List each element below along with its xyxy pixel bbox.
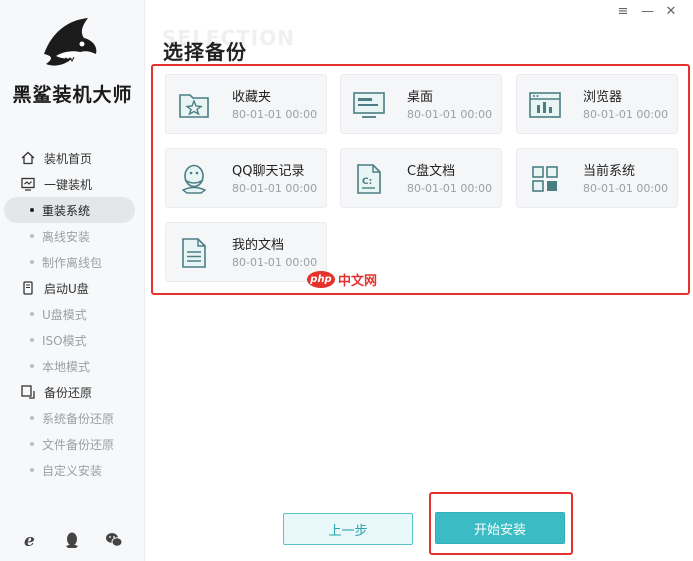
card-name: C盘文档 (407, 164, 456, 179)
card-date: 80-01-01 00:00 (407, 108, 493, 121)
app-title: 黑鲨装机大师 (12, 84, 133, 106)
php-site-name: 中文网 (338, 274, 378, 289)
sidebar-group-label: 备份还原 (44, 385, 93, 400)
bullet-icon (30, 234, 34, 238)
backup-card-browser[interactable]: 浏览器 80-01-01 00:00 (516, 74, 678, 134)
sidebar-nav: 装机首页 一键装机 重装系统 离线安装 制作离线包 启动U盘 U盘模式 ISO模… (0, 145, 145, 483)
page-title: 选择备份 (163, 40, 247, 64)
sidebar-group-install[interactable]: 一键装机 (0, 171, 145, 197)
sidebar-item-label: ISO模式 (42, 333, 87, 348)
system-grid-icon (527, 161, 563, 197)
sidebar-item-offline-install[interactable]: 离线安装 (0, 223, 145, 249)
card-date: 80-01-01 00:00 (232, 256, 318, 269)
sidebar-item-usb-mode[interactable]: U盘模式 (0, 301, 145, 327)
sidebar-item-label: 离线安装 (42, 229, 91, 244)
previous-step-button[interactable]: 上一步 (283, 513, 413, 545)
sidebar-item-system-backup-restore[interactable]: 系统备份还原 (0, 405, 145, 431)
c-drive-doc-icon: C: (351, 161, 387, 197)
backup-card-favorites[interactable]: 收藏夹 80-01-01 00:00 (165, 74, 327, 134)
sidebar-item-label: U盘模式 (42, 307, 87, 322)
svg-text:e: e (24, 531, 35, 549)
sidebar-group-label: 一键装机 (44, 177, 93, 192)
sidebar-group-home[interactable]: 装机首页 (0, 145, 145, 171)
qq-icon[interactable] (62, 530, 82, 550)
sidebar-group-label: 装机首页 (44, 151, 93, 166)
sidebar-item-local-mode[interactable]: 本地模式 (0, 353, 145, 379)
card-name: 桌面 (407, 90, 434, 105)
sidebar: 黑鲨装机大师 装机首页 一键装机 重装系统 离线安装 制作离线包 启动U盘 U盘… (0, 0, 145, 561)
sidebar-item-iso-mode[interactable]: ISO模式 (0, 327, 145, 353)
sidebar-footer: e (0, 525, 145, 555)
backup-card-qq-chat[interactable]: QQ聊天记录 80-01-01 00:00 (165, 148, 327, 208)
sidebar-item-custom-install[interactable]: 自定义安装 (0, 457, 145, 483)
backup-card-my-documents[interactable]: 我的文档 80-01-01 00:00 (165, 222, 327, 282)
app-logo: 黑鲨装机大师 (0, 8, 145, 128)
card-date: 80-01-01 00:00 (232, 108, 318, 121)
bullet-icon (30, 442, 34, 446)
sidebar-item-label: 自定义安装 (42, 463, 103, 478)
qq-icon (176, 161, 212, 197)
card-name: 收藏夹 (232, 90, 272, 105)
sidebar-item-file-backup-restore[interactable]: 文件备份还原 (0, 431, 145, 457)
menu-icon[interactable]: ≡ (617, 4, 629, 19)
sidebar-group-backup-restore[interactable]: 备份还原 (0, 379, 145, 405)
home-icon (20, 150, 36, 166)
desktop-icon (351, 87, 387, 123)
favorites-folder-icon (176, 87, 212, 123)
sidebar-item-reinstall-system[interactable]: 重装系统 (4, 197, 135, 223)
bullet-icon (30, 312, 34, 316)
svg-text:C:: C: (362, 177, 372, 187)
bullet-icon (30, 260, 34, 264)
start-install-button[interactable]: 开始安装 (435, 512, 565, 544)
card-name: 当前系统 (583, 164, 636, 179)
browser-icon (527, 87, 563, 123)
card-name: 浏览器 (583, 90, 623, 105)
bullet-icon (30, 416, 34, 420)
php-cn-watermark: php 中文网 (307, 270, 377, 289)
sidebar-group-usb-boot[interactable]: 启动U盘 (0, 275, 145, 301)
usb-icon (20, 280, 36, 296)
sidebar-group-label: 启动U盘 (44, 281, 89, 296)
shark-logo-icon (44, 18, 97, 66)
minimize-icon[interactable]: — (641, 4, 654, 19)
card-name: 我的文档 (232, 238, 285, 253)
bullet-icon (30, 208, 34, 212)
close-icon[interactable]: ✕ (665, 4, 677, 19)
ie-icon[interactable]: e (21, 530, 41, 550)
bullet-icon (30, 468, 34, 472)
wechat-icon[interactable] (104, 530, 124, 550)
card-name: QQ聊天记录 (232, 164, 305, 179)
window-controls: ≡ — ✕ (617, 4, 677, 19)
sidebar-item-label: 制作离线包 (42, 255, 103, 270)
backup-card-c-drive-docs[interactable]: C: C盘文档 80-01-01 00:00 (340, 148, 502, 208)
sidebar-item-label: 系统备份还原 (42, 411, 115, 426)
sidebar-item-label: 本地模式 (42, 359, 91, 374)
card-date: 80-01-01 00:00 (583, 182, 669, 195)
php-logo: php (307, 271, 335, 288)
card-date: 80-01-01 00:00 (583, 108, 669, 121)
backup-icon (20, 384, 36, 400)
card-date: 80-01-01 00:00 (407, 182, 493, 195)
document-icon (176, 235, 212, 271)
backup-card-desktop[interactable]: 桌面 80-01-01 00:00 (340, 74, 502, 134)
sidebar-item-label: 重装系统 (42, 203, 91, 218)
bullet-icon (30, 338, 34, 342)
card-date: 80-01-01 00:00 (232, 182, 318, 195)
backup-card-current-system[interactable]: 当前系统 80-01-01 00:00 (516, 148, 678, 208)
bullet-icon (30, 364, 34, 368)
monitor-icon (20, 176, 36, 192)
sidebar-item-label: 文件备份还原 (42, 437, 115, 452)
sidebar-item-make-offline-package[interactable]: 制作离线包 (0, 249, 145, 275)
